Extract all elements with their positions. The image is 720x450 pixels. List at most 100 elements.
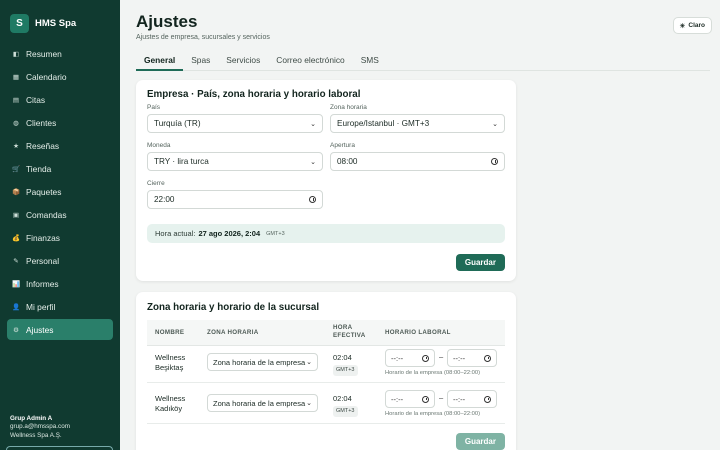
branch-name-line2: Kadıköy xyxy=(155,403,183,413)
branch-name-line1: Wellness xyxy=(155,353,186,362)
opening-value: 08:00 xyxy=(337,157,358,166)
save-branches-button[interactable]: Guardar xyxy=(455,433,505,450)
sidebar-item-label: Personal xyxy=(26,255,60,266)
page-subtitle: Ajustes de empresa, sucursales y servici… xyxy=(136,34,270,41)
branch-timezone-select[interactable]: Zona horaria de la empresa ⌄ xyxy=(207,353,318,371)
opening-label: Apertura xyxy=(330,142,355,149)
user-info: Grup Admin A grup.a@hmsspa.com Wellness … xyxy=(10,415,70,441)
column-header-timezone: ZONA HORARIA xyxy=(207,329,259,336)
branch-timezone-value: Zona horaria de la empresa xyxy=(213,398,306,408)
end-time-input[interactable]: --:-- xyxy=(447,390,497,408)
effective-time: 02:04 GMT+3 xyxy=(333,394,358,417)
branch-timezone-select[interactable]: Zona horaria de la empresa ⌄ xyxy=(207,394,318,412)
effective-time-value: 02:04 xyxy=(333,353,352,362)
start-time-value: --:-- xyxy=(391,353,404,363)
package-icon: 📦 xyxy=(12,188,21,196)
sidebar-item-finanzas[interactable]: 💰 Finanzas xyxy=(7,227,113,248)
save-company-button[interactable]: Guardar xyxy=(455,254,505,271)
sidebar-item-personal[interactable]: ✎ Personal xyxy=(7,250,113,271)
effective-time: 02:04 GMT+3 xyxy=(333,353,358,376)
user-icon: 👤 xyxy=(12,303,21,311)
end-time-input[interactable]: --:-- xyxy=(447,349,497,367)
branch-timezone-card: Zona horaria y horario de la sucursal NO… xyxy=(136,292,516,450)
calendar-icon: ▦ xyxy=(12,73,20,81)
sidebar-item-citas[interactable]: ▤ Citas xyxy=(7,89,113,110)
sidebar-item-tienda[interactable]: 🛒 Tienda xyxy=(7,158,113,179)
company-settings-card: Empresa · País, zona horaria y horario l… xyxy=(136,80,516,281)
tz-badge: GMT+3 xyxy=(333,405,358,417)
tab-general[interactable]: General xyxy=(136,51,184,71)
sidebar-item-label: Paquetes xyxy=(26,186,62,197)
chevron-down-icon: ⌄ xyxy=(492,120,498,128)
column-header-effective-time: HORA EFECTIVA xyxy=(333,324,366,339)
sidebar-item-calendario[interactable]: ▦ Calendario xyxy=(7,66,113,87)
table-row: Wellness Beşiktaş Zona horaria de la emp… xyxy=(147,342,505,383)
currency-select[interactable]: TRY · lira turca ⌄ xyxy=(147,152,323,171)
chart-icon: 📊 xyxy=(12,280,21,288)
tab-servicios[interactable]: Servicios xyxy=(218,51,268,70)
branch-timezone-value: Zona horaria de la empresa xyxy=(213,357,306,367)
sidebar-item-label: Informes xyxy=(26,278,59,289)
column-header-name: NOMBRE xyxy=(155,329,185,336)
sidebar-item-label: Finanzas xyxy=(26,232,60,243)
sidebar-item-resumen[interactable]: ◧ Resumen xyxy=(7,43,113,64)
chevron-down-icon: ⌄ xyxy=(306,400,312,407)
user-company: Wellness Spa A.Ş. xyxy=(10,431,62,439)
country-value: Turquía (TR) xyxy=(154,119,201,128)
current-time-banner: Hora actual: 27 ago 2026, 2:04 GMT+3 xyxy=(147,224,505,243)
sun-icon: ☀ xyxy=(679,22,686,30)
sidebar-item-paquetes[interactable]: 📦 Paquetes xyxy=(7,181,113,202)
sidebar-item-label: Mi perfil xyxy=(26,301,56,312)
sidebar-item-ajustes[interactable]: ⚙ Ajustes xyxy=(7,319,113,340)
sidebar-item-informes[interactable]: 📊 Informes xyxy=(7,273,113,294)
cart-icon: 🛒 xyxy=(12,165,21,173)
current-time-tz: GMT+3 xyxy=(266,230,285,237)
timezone-select[interactable]: Europe/Istanbul · GMT+3 ⌄ xyxy=(330,114,505,133)
branch-name: Wellness Kadıköy xyxy=(155,394,185,413)
logout-button[interactable] xyxy=(6,446,113,450)
timezone-label: Zona horaria xyxy=(330,104,367,111)
country-label: País xyxy=(147,104,161,111)
effective-time-value: 02:04 xyxy=(333,394,352,403)
clock-icon xyxy=(484,395,491,403)
closing-time-input[interactable]: 22:00 xyxy=(147,190,323,209)
sidebar-item-comandas[interactable]: ▣ Comandas xyxy=(7,204,113,225)
country-select[interactable]: Turquía (TR) ⌄ xyxy=(147,114,323,133)
branch-name-line1: Wellness xyxy=(155,394,186,403)
closing-value: 22:00 xyxy=(154,195,175,204)
dashboard-icon: ◧ xyxy=(12,50,20,58)
sidebar-item-label: Comandas xyxy=(26,209,67,220)
gear-icon: ⚙ xyxy=(13,326,19,334)
staff-icon: ✎ xyxy=(13,257,19,265)
branch-name: Wellness Beşiktaş xyxy=(155,353,185,372)
sidebar-item-label: Clientes xyxy=(26,117,57,128)
clock-icon xyxy=(484,354,491,362)
currency-label: Moneda xyxy=(147,142,171,149)
sidebar-item-label: Ajustes xyxy=(26,324,54,335)
sidebar-item-clientes[interactable]: ◍ Clientes xyxy=(7,112,113,133)
brand-logo: S xyxy=(10,14,29,33)
money-bag-icon: 💰 xyxy=(12,234,21,242)
opening-time-input[interactable]: 08:00 xyxy=(330,152,505,171)
page-title: Ajustes xyxy=(136,12,198,31)
column-header-working-hours: HORARIO LABORAL xyxy=(385,329,451,336)
clients-icon: ◍ xyxy=(13,119,19,127)
user-name: Grup Admin A xyxy=(10,414,53,422)
clock-icon xyxy=(491,158,498,165)
tab-correo[interactable]: Correo electrónico xyxy=(268,51,352,70)
end-time-value: --:-- xyxy=(453,394,466,404)
sidebar-item-resenas[interactable]: ★ Reseñas xyxy=(7,135,113,156)
sidebar-item-label: Tienda xyxy=(26,163,52,174)
sidebar-item-mi-perfil[interactable]: 👤 Mi perfil xyxy=(7,296,113,317)
start-time-input[interactable]: --:-- xyxy=(385,390,435,408)
star-icon: ★ xyxy=(13,142,19,150)
end-time-value: --:-- xyxy=(453,353,466,363)
sidebar-item-label: Citas xyxy=(26,94,46,105)
sidebar-item-label: Reseñas xyxy=(26,140,60,151)
tz-badge: GMT+3 xyxy=(333,364,358,376)
start-time-input[interactable]: --:-- xyxy=(385,349,435,367)
tab-spas[interactable]: Spas xyxy=(183,51,218,70)
theme-toggle[interactable]: ☀ Claro xyxy=(672,17,712,34)
tab-sms[interactable]: SMS xyxy=(353,51,387,70)
receipt-icon: ▣ xyxy=(12,211,20,219)
